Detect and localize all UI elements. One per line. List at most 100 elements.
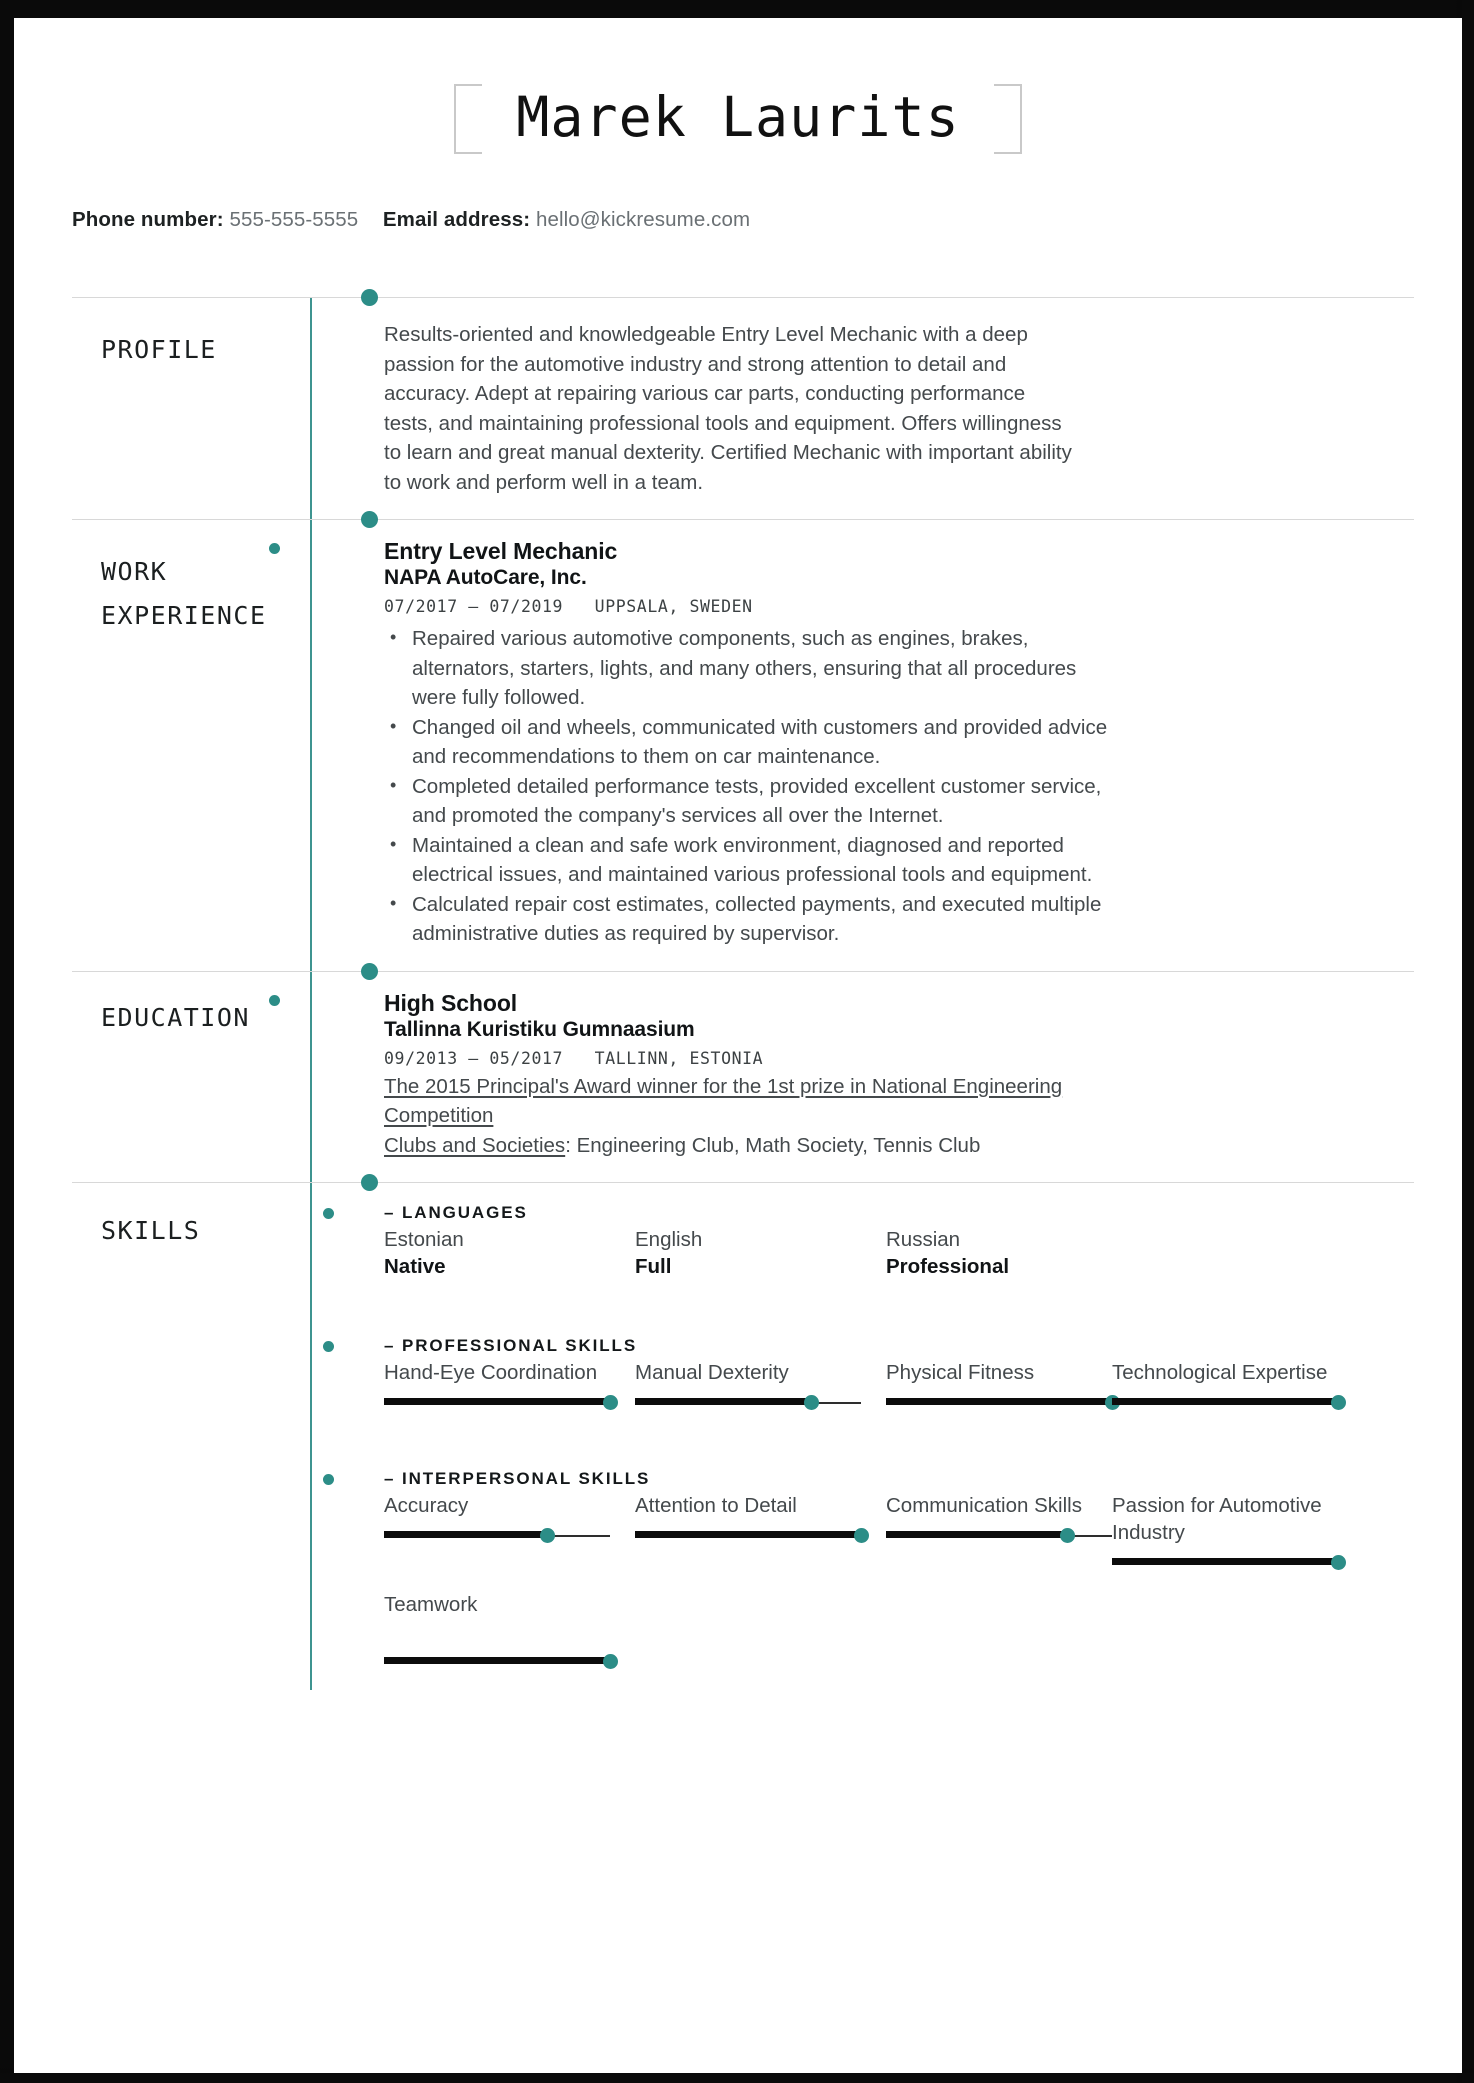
skill-name: Accuracy	[384, 1494, 469, 1517]
skill-item: Passion for Automotive Industry	[1112, 1492, 1346, 1573]
skill-bar-fill	[635, 1398, 812, 1405]
skill-name: Teamwork	[384, 1593, 478, 1616]
skill-bar-fill	[384, 1531, 547, 1538]
skill-bar-fill	[384, 1398, 610, 1405]
page-border-bottom	[0, 2073, 1474, 2083]
education-degree: High School	[384, 989, 518, 1016]
skill-level-bar	[384, 1526, 610, 1546]
skill-bar-knob	[539, 1528, 555, 1543]
phone-label: Phone number:	[72, 208, 224, 231]
education-clubs: Clubs and Societies: Engineering Club, M…	[384, 1131, 1074, 1161]
language-name: Russian	[886, 1228, 961, 1251]
skill-bar-knob	[1331, 1395, 1346, 1410]
job-title: Entry Level Mechanic	[384, 538, 618, 564]
email-value: hello@kickresume.com	[535, 208, 751, 231]
section-title-skills: SKILLS	[101, 1216, 201, 1245]
language-level: Native	[384, 1255, 446, 1278]
skills-group-interpersonal: – INTERPERSONAL SKILLS Accuracy Attentio…	[323, 1469, 1414, 1690]
skill-item: Physical Fitness	[886, 1359, 1120, 1413]
skill-bar-fill	[384, 1657, 610, 1664]
timeline-subnode-job-1	[269, 543, 280, 554]
skill-name: Communication Skills	[886, 1494, 1082, 1517]
job-entry: Entry Level Mechanic NAPA AutoCare, Inc.…	[384, 538, 1414, 949]
skill-name: Technological Expertise	[1112, 1361, 1328, 1384]
section-content-work: Entry Level Mechanic NAPA AutoCare, Inc.…	[269, 520, 1414, 971]
skill-name: Physical Fitness	[886, 1361, 1035, 1384]
skill-level-bar	[635, 1526, 869, 1546]
profile-summary-text: Results-oriented and knowledgeable Entry…	[384, 323, 1072, 494]
language-level: Full	[635, 1255, 672, 1278]
skill-bar-knob	[603, 1395, 618, 1410]
section-profile: PROFILE Results-oriented and knowledgeab…	[72, 289, 1414, 519]
timeline-subnode-interpersonal	[323, 1474, 334, 1485]
skill-bar-fill	[1112, 1398, 1338, 1405]
professional-skills-grid: Hand-Eye Coordination Manual Dexterity P…	[384, 1359, 1414, 1431]
bracket-left-decoration	[454, 84, 483, 154]
skill-bar-knob	[603, 1654, 618, 1669]
education-clubs-value: : Engineering Club, Math Society, Tennis…	[565, 1133, 981, 1157]
bracket-right-decoration	[993, 84, 1022, 154]
language-level: Professional	[886, 1255, 1010, 1278]
skill-item: Manual Dexterity	[635, 1359, 861, 1413]
page-border-top	[0, 0, 1474, 18]
language-name: English	[635, 1228, 703, 1251]
section-content-education: High School Tallinna Kuristiku Gumnaasiu…	[269, 972, 1414, 1183]
education-entry: High School Tallinna Kuristiku Gumnaasiu…	[384, 990, 1414, 1161]
timeline-subnode-languages	[323, 1208, 334, 1219]
skill-name: Attention to Detail	[635, 1494, 797, 1517]
section-title-education: EDUCATION	[101, 1002, 250, 1032]
languages-grid: Estonian Native English Full Russian Pro…	[384, 1226, 1414, 1298]
skill-item: Technological Expertise	[1112, 1359, 1346, 1413]
skill-level-bar	[384, 1393, 618, 1413]
job-company: NAPA AutoCare, Inc.	[384, 566, 587, 589]
skill-level-bar	[1112, 1553, 1346, 1573]
skill-level-bar	[635, 1393, 861, 1413]
phone-value: 555-555-5555	[229, 208, 359, 231]
skill-bar-knob	[854, 1528, 869, 1543]
skill-name: Manual Dexterity	[635, 1361, 789, 1384]
job-bullet: Maintained a clean and safe work environ…	[390, 830, 1112, 890]
section-title-work-line1: WORK	[101, 557, 168, 586]
job-bullet: Completed detailed performance tests, pr…	[390, 771, 1112, 831]
page-border-left	[0, 0, 14, 2083]
job-dates-location: 07/2017 – 07/2019 UPPSALA, SWEDEN	[384, 597, 753, 616]
skill-bar-knob	[1331, 1555, 1346, 1570]
section-content-skills: – LANGUAGES Estonian Native English Full	[323, 1183, 1414, 1690]
language-item: Estonian Native	[384, 1226, 610, 1280]
skill-item: Communication Skills	[886, 1492, 1112, 1573]
timeline-subnode-professional	[323, 1341, 334, 1352]
skill-item: Attention to Detail	[635, 1492, 869, 1573]
skills-group-heading: – PROFESSIONAL SKILLS	[384, 1336, 638, 1355]
resume-sheet: Marek Laurits Phone number: 555-555-5555…	[14, 18, 1462, 2073]
candidate-name: Marek Laurits	[516, 85, 960, 149]
language-item: Russian Professional	[886, 1226, 1112, 1280]
job-bullet: Changed oil and wheels, communicated wit…	[390, 712, 1112, 772]
education-dates-location: 09/2013 – 05/2017 TALLINN, ESTONIA	[384, 1048, 764, 1068]
section-title-profile: PROFILE	[101, 335, 217, 364]
education-clubs-label: Clubs and Societies	[384, 1133, 566, 1157]
skill-bar-fill	[1112, 1558, 1338, 1565]
section-work-experience: WORK EXPERIENCE Entry Level Mechanic NAP…	[72, 511, 1414, 971]
skill-bar-fill	[635, 1531, 861, 1538]
section-title-work-line2: EXPERIENCE	[101, 601, 267, 630]
page-border-right	[1462, 0, 1474, 2083]
section-education: EDUCATION High School Tallinna Kuristiku…	[72, 962, 1414, 1183]
skill-level-bar	[384, 1652, 618, 1672]
skills-group-professional: – PROFESSIONAL SKILLS Hand-Eye Coordinat…	[323, 1336, 1414, 1431]
resume-page: Marek Laurits Phone number: 555-555-5555…	[0, 0, 1474, 2083]
skills-group-heading: – INTERPERSONAL SKILLS	[384, 1469, 651, 1488]
email-label: Email address:	[382, 208, 531, 231]
section-skills: SKILLS – LANGUAGES Estonian Native Engli…	[72, 1174, 1414, 1690]
education-school: Tallinna Kuristiku Gumnaasium	[384, 1017, 695, 1041]
resume-header: Marek Laurits	[14, 18, 1462, 154]
contact-line: Phone number: 555-555-5555 Email address…	[14, 208, 1462, 232]
skill-level-bar	[886, 1393, 1120, 1413]
skill-bar-knob	[1059, 1528, 1075, 1543]
skill-level-bar	[1112, 1393, 1346, 1413]
skills-group-languages: – LANGUAGES Estonian Native English Full	[323, 1203, 1414, 1298]
timeline-subnode-education-1	[269, 994, 280, 1006]
interpersonal-skills-grid: Accuracy Attention to Detail Communicati…	[384, 1492, 1414, 1690]
name-block: Marek Laurits	[454, 84, 1022, 154]
skill-item-placeholder	[635, 1591, 861, 1672]
section-content-profile: Results-oriented and knowledgeable Entry…	[330, 298, 1414, 519]
